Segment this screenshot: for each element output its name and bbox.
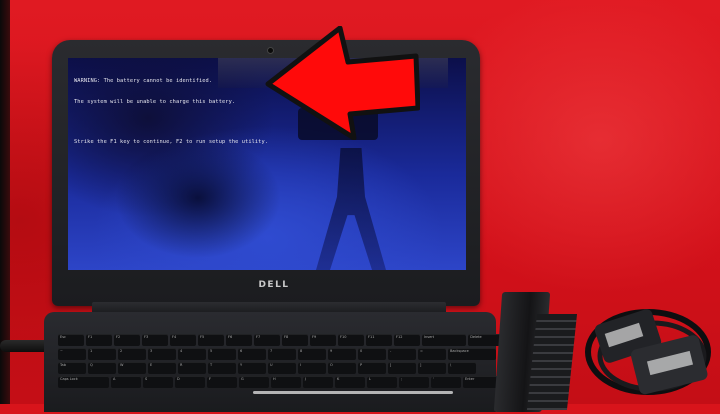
keyboard-key: ; — [399, 376, 429, 388]
keyboard-key: 2 — [118, 348, 146, 360]
keyboard-key: Q — [88, 362, 116, 374]
keyboard-key: F11 — [366, 334, 392, 346]
keyboard-key: D — [175, 376, 205, 388]
dell-logo: DELL — [258, 280, 290, 290]
keyboard-key: F2 — [114, 334, 140, 346]
keyboard-key: ] — [418, 362, 446, 374]
keyboard-key: G — [239, 376, 269, 388]
keyboard-key: 5 — [208, 348, 236, 360]
keyboard-key: F3 — [142, 334, 168, 346]
keyboard-key: 8 — [298, 348, 326, 360]
red-arrow-pointer — [265, 26, 420, 140]
keyboard-key: F7 — [254, 334, 280, 346]
video-progress-bar[interactable] — [253, 391, 453, 394]
keyboard-key: 1 — [88, 348, 116, 360]
keyboard-key: Caps Lock — [58, 376, 109, 388]
keyboard-row-function: Esc F1 F2 F3 F4 F5 F6 F7 F8 F9 F10 F11 F12 Insert Dele… — [58, 334, 513, 346]
keyboard-key: 6 — [238, 348, 266, 360]
keyboard-key: F8 — [282, 334, 308, 346]
keyboard-key: 4 — [178, 348, 206, 360]
keyboard-key: F12 — [394, 334, 420, 346]
keyboard-key: F — [207, 376, 237, 388]
keyboard-key: S — [143, 376, 173, 388]
keyboard-row-qwerty: Tab Q W E R T Y U I O P[] \ — [58, 362, 476, 374]
keyboard-key: L — [367, 376, 397, 388]
keyboard-key: F9 — [310, 334, 336, 346]
keyboard-key: Backspace — [448, 348, 496, 360]
keyboard-key: P — [358, 362, 386, 374]
keyboard-key: I — [298, 362, 326, 374]
keyboard-row-home: Caps Lock A S D F G H J K L; ' Enter — [58, 376, 514, 388]
keyboard-key: ' — [431, 376, 461, 388]
keyboard-key: T — [208, 362, 236, 374]
keyboard-key: Insert — [422, 334, 467, 346]
keyboard-key: ~ — [58, 348, 86, 360]
keyboard-key: Esc — [58, 334, 84, 346]
keyboard-key: H — [271, 376, 301, 388]
keyboard-key: Y — [238, 362, 266, 374]
keyboard-key: \ — [448, 362, 476, 374]
keyboard-key: U — [268, 362, 296, 374]
keyboard-key: O — [328, 362, 356, 374]
keyboard: Esc F1 F2 F3 F4 F5 F6 F7 F8 F9 F10 F11 F12 Insert Dele… — [58, 334, 514, 414]
bios-warning-line-2: The system will be unable to charge this… — [74, 99, 236, 105]
ac-adapter-charger — [585, 309, 711, 395]
keyboard-key: F4 — [170, 334, 196, 346]
keyboard-key: 7 — [268, 348, 296, 360]
keyboard-key: J — [303, 376, 333, 388]
bios-warning-message: WARNING: The battery cannot be identifie… — [74, 64, 268, 160]
keyboard-key: Tab — [58, 362, 86, 374]
bios-prompt-line: Strike the F1 key to continue, F2 to run… — [74, 139, 269, 145]
keyboard-key: 3 — [148, 348, 176, 360]
keyboard-key: E — [148, 362, 176, 374]
bios-warning-line-1: WARNING: The battery cannot be identifie… — [74, 78, 213, 84]
keyboard-key: [ — [388, 362, 416, 374]
keyboard-key: F5 — [198, 334, 224, 346]
keyboard-key: K — [335, 376, 365, 388]
keyboard-key: 9 — [328, 348, 356, 360]
keyboard-key: A — [111, 376, 141, 388]
keyboard-key: F10 — [338, 334, 364, 346]
keyboard-key: F6 — [226, 334, 252, 346]
screen-reflection-tripod — [316, 148, 386, 270]
keyboard-row-numbers: ~1 2 3 4 5 6 7 8 9 0- = Backspace — [58, 348, 496, 360]
keyboard-key: R — [178, 362, 206, 374]
keyboard-key: 0 — [358, 348, 386, 360]
keyboard-key: - — [388, 348, 416, 360]
keyboard-key: F1 — [86, 334, 112, 346]
keyboard-key: = — [418, 348, 446, 360]
keyboard-key: W — [118, 362, 146, 374]
